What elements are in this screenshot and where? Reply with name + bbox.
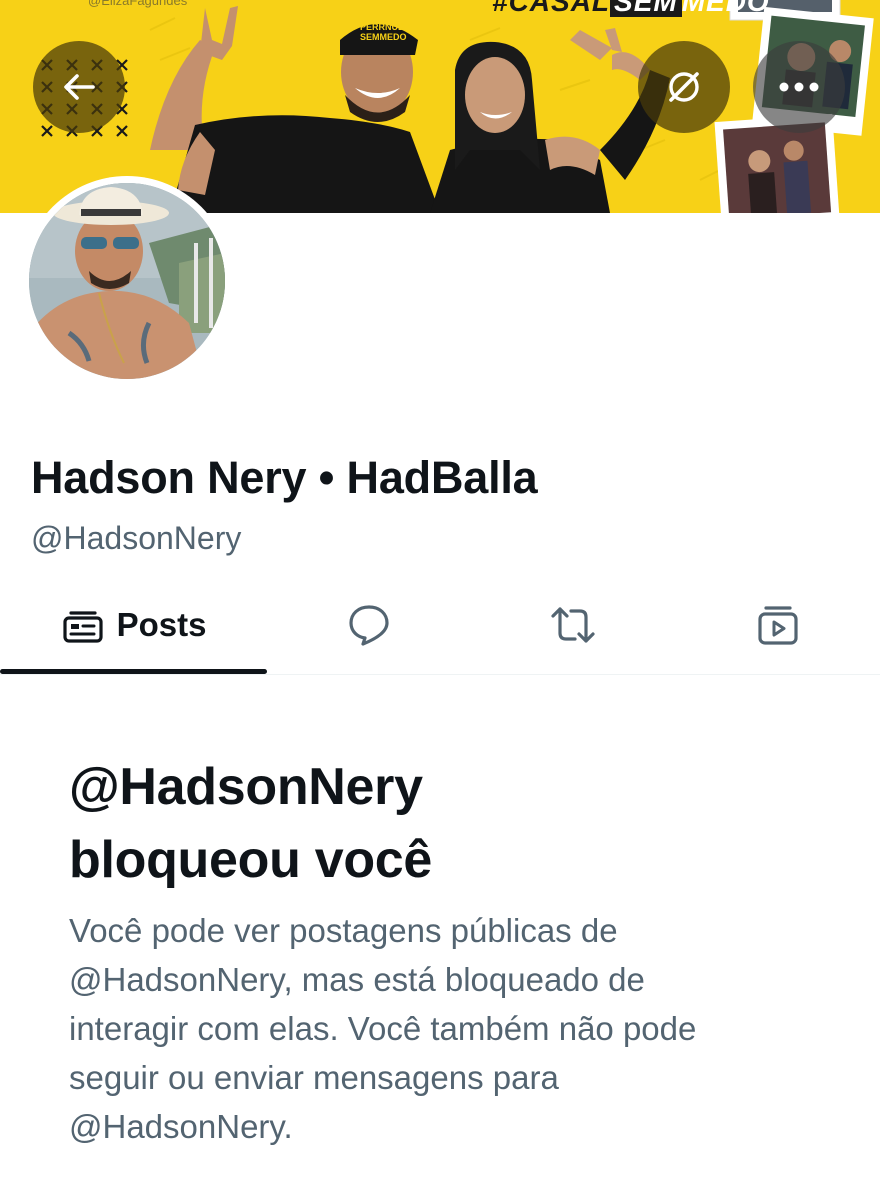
banner-hashtag-part1: #CASAL bbox=[492, 0, 611, 17]
blocked-description-line1: Você pode ver postagens públicas de bbox=[69, 912, 618, 949]
svg-text:PERRNUD: PERRNUD bbox=[360, 22, 405, 32]
blocked-title: @HadsonNery bloqueou você bbox=[69, 751, 829, 897]
banner-hashtag-part2: SEM bbox=[610, 0, 682, 17]
active-tab-indicator bbox=[0, 669, 267, 674]
profile-display-name: Hadson Nery • HadBalla bbox=[31, 452, 538, 503]
blocked-description-line2: @HadsonNery, mas está bloqueado de bbox=[69, 961, 645, 998]
banner-hashtag: #CASAL SEM MEDO bbox=[492, 0, 770, 18]
profile-avatar[interactable] bbox=[22, 176, 232, 386]
svg-text:SEMMEDO: SEMMEDO bbox=[360, 32, 407, 42]
arrow-left-icon bbox=[64, 74, 95, 100]
banner-hashtag-part3: MEDO bbox=[681, 0, 770, 17]
posts-icon bbox=[62, 611, 103, 643]
reposts-icon bbox=[551, 607, 595, 643]
blocked-description: Você pode ver postagens públicas de @Had… bbox=[69, 906, 839, 1151]
banner-watermark-handle: @ElizaFagundes bbox=[88, 0, 188, 8]
tab-posts-label: Posts bbox=[116, 606, 207, 643]
tab-replies[interactable] bbox=[267, 575, 471, 675]
profile-username: @HadsonNery bbox=[31, 520, 242, 556]
tab-media[interactable] bbox=[675, 575, 880, 675]
banner-man: PERRNUD SEMMEDO bbox=[150, 6, 440, 213]
grok-button[interactable] bbox=[638, 41, 730, 133]
avatar-photo bbox=[29, 183, 225, 379]
blocked-title-line1: @HadsonNery bbox=[69, 758, 423, 816]
profile-tabs: Posts bbox=[0, 575, 880, 675]
grok-icon bbox=[669, 72, 699, 102]
replies-icon bbox=[349, 605, 389, 646]
blocked-title-line2: bloqueou você bbox=[69, 831, 433, 889]
more-options-button[interactable] bbox=[753, 41, 845, 133]
blocked-description-line4: seguir ou enviar mensagens para bbox=[69, 1059, 559, 1096]
media-icon bbox=[757, 606, 798, 645]
tab-posts[interactable]: Posts bbox=[0, 575, 267, 675]
more-dots-icon bbox=[779, 82, 819, 92]
back-button[interactable] bbox=[33, 41, 125, 133]
blocked-description-line5: @HadsonNery. bbox=[69, 1108, 293, 1145]
blocked-description-line3: interagir com elas. Você também não pode bbox=[69, 1010, 697, 1047]
tab-reposts[interactable] bbox=[471, 575, 675, 675]
banner-woman bbox=[430, 28, 670, 213]
